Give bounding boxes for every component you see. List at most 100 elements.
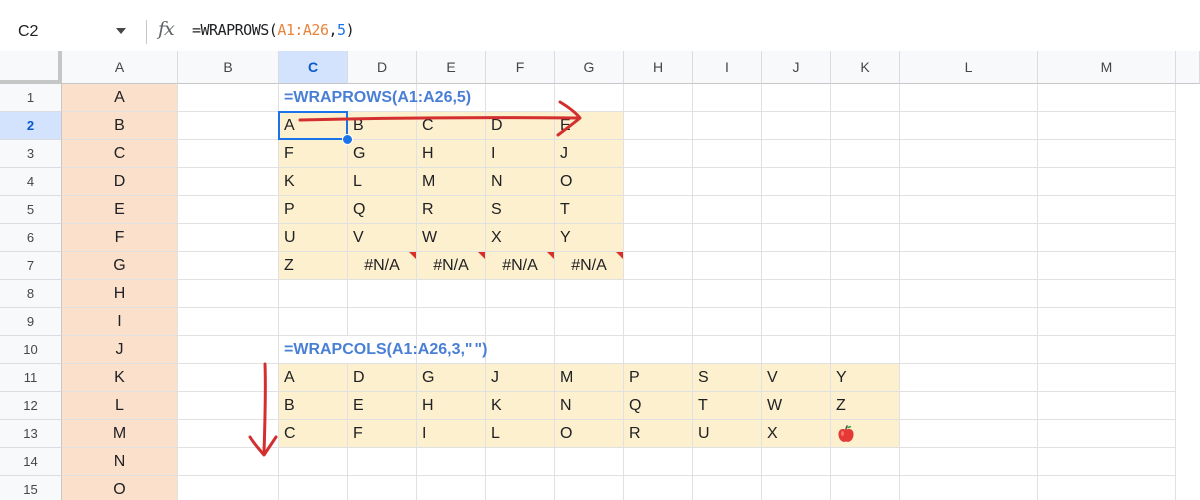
wrapcols-result-cell[interactable]: R [624, 420, 693, 448]
wrapcols-result-cell[interactable]: M [555, 364, 624, 392]
wrapcols-result-cell[interactable]: G [417, 364, 486, 392]
wraprows-result-cell[interactable]: N [486, 168, 555, 196]
row-header-2[interactable]: 2 [0, 112, 62, 140]
cell[interactable] [900, 448, 1038, 476]
cell[interactable] [900, 364, 1038, 392]
cell[interactable] [693, 308, 762, 336]
cell[interactable] [624, 140, 693, 168]
wrapcols-result-cell[interactable]: T [693, 392, 762, 420]
cell[interactable] [900, 280, 1038, 308]
cell[interactable] [831, 224, 900, 252]
row-header-4[interactable]: 4 [0, 168, 62, 196]
cell[interactable] [762, 448, 831, 476]
source-cell[interactable]: C [62, 140, 178, 168]
cell[interactable] [762, 476, 831, 500]
cell[interactable] [348, 448, 417, 476]
cell[interactable] [624, 168, 693, 196]
cell[interactable] [417, 280, 486, 308]
cell[interactable] [1038, 280, 1176, 308]
wrapcols-result-cell[interactable]: A [279, 364, 348, 392]
spreadsheet-grid[interactable]: A B C D E F G H I J K L M 1 2 3 4 5 6 7 8 9 10 11 12 13 14 15 A =WRAP… [0, 51, 1200, 500]
cell[interactable] [417, 308, 486, 336]
cell[interactable] [178, 168, 279, 196]
error-cell[interactable]: #N/A [486, 252, 555, 280]
wrapcols-result-cell[interactable]: O [555, 420, 624, 448]
cell[interactable] [900, 168, 1038, 196]
cell[interactable] [624, 84, 693, 112]
cell[interactable] [831, 308, 900, 336]
wrapcols-result-cell[interactable]: W [762, 392, 831, 420]
wraprows-formula-label[interactable]: =WRAPROWS(A1:A26,5) [279, 84, 471, 112]
column-header-a[interactable]: A [62, 51, 178, 84]
row-header-12[interactable]: 12 [0, 392, 62, 420]
cell[interactable] [348, 476, 417, 500]
source-cell[interactable]: H [62, 280, 178, 308]
wraprows-result-cell[interactable]: O [555, 168, 624, 196]
formula-input[interactable]: =WRAPROWS(A1:A26,5) [192, 21, 355, 39]
pad-cell[interactable] [831, 420, 900, 448]
column-header-j[interactable]: J [762, 51, 831, 84]
cell[interactable] [348, 308, 417, 336]
row-header-9[interactable]: 9 [0, 308, 62, 336]
wrapcols-result-cell[interactable]: X [762, 420, 831, 448]
wraprows-result-cell[interactable]: Q [348, 196, 417, 224]
cell[interactable] [555, 280, 624, 308]
wraprows-result-cell[interactable]: I [486, 140, 555, 168]
wraprows-result-cell[interactable]: A [279, 112, 348, 140]
cell[interactable] [693, 336, 762, 364]
cell[interactable] [486, 280, 555, 308]
cell[interactable] [762, 308, 831, 336]
cell[interactable] [693, 196, 762, 224]
wraprows-result-cell[interactable]: J [555, 140, 624, 168]
cell[interactable] [1038, 448, 1176, 476]
row-header-7[interactable]: 7 [0, 252, 62, 280]
column-header-f[interactable]: F [486, 51, 555, 84]
source-cell[interactable]: M [62, 420, 178, 448]
cell[interactable] [624, 196, 693, 224]
wrapcols-result-cell[interactable]: H [417, 392, 486, 420]
wrapcols-result-cell[interactable]: C [279, 420, 348, 448]
wraprows-result-cell[interactable]: T [555, 196, 624, 224]
wrapcols-result-cell[interactable]: Z [831, 392, 900, 420]
cell[interactable] [831, 252, 900, 280]
wrapcols-result-cell[interactable]: F [348, 420, 417, 448]
wrapcols-result-cell[interactable]: E [348, 392, 417, 420]
cell[interactable] [1038, 140, 1176, 168]
cell[interactable] [417, 476, 486, 500]
cell[interactable] [555, 476, 624, 500]
column-header-d[interactable]: D [348, 51, 417, 84]
column-header-c[interactable]: C [279, 51, 348, 84]
wrapcols-result-cell[interactable]: B [279, 392, 348, 420]
cell[interactable] [762, 196, 831, 224]
cell[interactable] [693, 280, 762, 308]
cell[interactable] [624, 252, 693, 280]
cell[interactable] [178, 476, 279, 500]
cell[interactable] [831, 448, 900, 476]
cell[interactable] [555, 84, 624, 112]
wrapcols-result-cell[interactable]: U [693, 420, 762, 448]
wrapcols-result-cell[interactable]: L [486, 420, 555, 448]
cell[interactable] [1038, 224, 1176, 252]
chevron-down-icon[interactable] [116, 28, 126, 34]
column-header-k[interactable]: K [831, 51, 900, 84]
cell[interactable] [762, 280, 831, 308]
column-header-b[interactable]: B [178, 51, 279, 84]
cell[interactable] [1038, 112, 1176, 140]
row-header-14[interactable]: 14 [0, 448, 62, 476]
wraprows-result-cell[interactable]: B [348, 112, 417, 140]
cell[interactable] [693, 224, 762, 252]
cell[interactable] [831, 112, 900, 140]
row-header-11[interactable]: 11 [0, 364, 62, 392]
cell[interactable] [178, 364, 279, 392]
error-cell[interactable]: #N/A [417, 252, 486, 280]
row-header-1[interactable]: 1 [0, 84, 62, 112]
cell[interactable] [1038, 364, 1176, 392]
wraprows-result-cell[interactable]: Z [279, 252, 348, 280]
cell[interactable] [900, 308, 1038, 336]
cell[interactable] [624, 308, 693, 336]
cell[interactable] [279, 476, 348, 500]
cell[interactable] [279, 280, 348, 308]
column-header-i[interactable]: I [693, 51, 762, 84]
column-header-g[interactable]: G [555, 51, 624, 84]
cell[interactable] [1038, 308, 1176, 336]
